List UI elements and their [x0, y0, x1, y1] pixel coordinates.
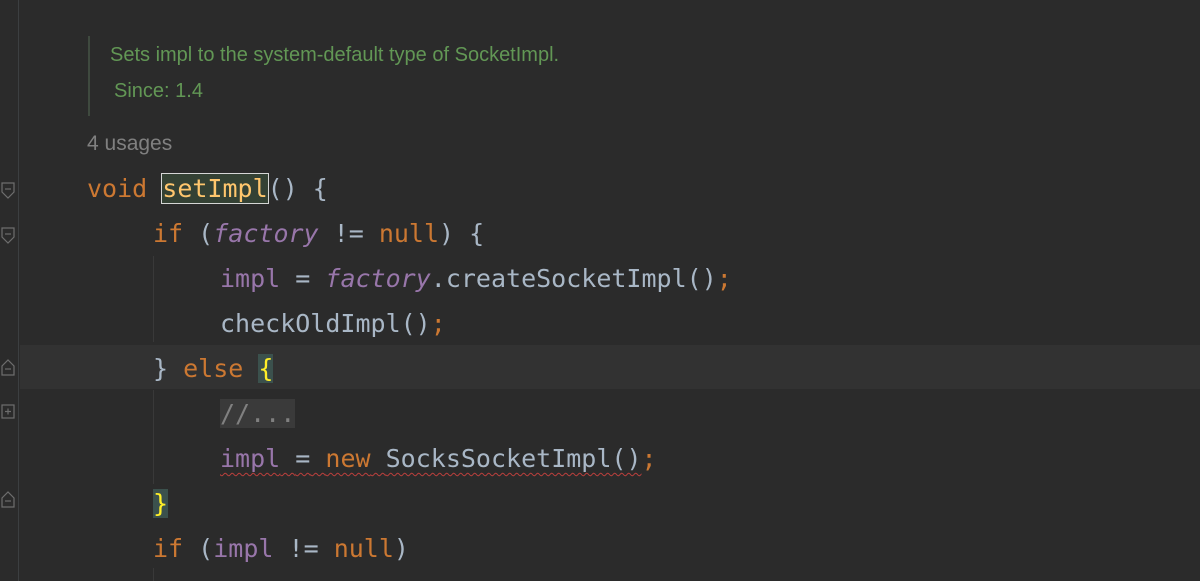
code-line-8[interactable]: } — [153, 486, 169, 522]
code-token: ) { — [439, 219, 485, 248]
javadoc-block: Sets impl to the system-default type of … — [88, 36, 1088, 116]
code-token: ( — [198, 534, 214, 563]
field-impl: impl — [220, 444, 281, 473]
code-editor[interactable]: Sets impl to the system-default type of … — [0, 0, 1200, 581]
method-name-setimpl[interactable]: setImpl — [161, 173, 269, 204]
field-impl: impl — [213, 534, 274, 563]
code-token: ( — [198, 219, 214, 248]
indent-guide — [153, 568, 154, 581]
code-line-3[interactable]: impl = factory.createSocketImpl(); — [220, 261, 732, 297]
matched-brace: { — [258, 354, 274, 383]
keyword-null: null — [378, 219, 440, 248]
code-line-7[interactable]: impl = new SocksSocketImpl(); — [220, 441, 657, 477]
fold-collapse-icon[interactable] — [1, 227, 15, 244]
code-token: != — [288, 534, 319, 563]
fold-end-icon[interactable] — [1, 490, 15, 508]
javadoc-since: Since: 1.4 — [114, 80, 203, 102]
code-line-4[interactable]: checkOldImpl(); — [220, 306, 446, 342]
code-token: ) — [393, 534, 409, 563]
code-token: = — [295, 264, 311, 293]
code-line-9[interactable]: if (impl != null) — [153, 531, 409, 567]
code-line-6[interactable]: //... — [220, 396, 296, 432]
closing-brace: } — [153, 354, 169, 383]
code-line-5[interactable]: } else { — [153, 351, 274, 387]
code-line-2[interactable]: if (factory != null) { — [153, 216, 484, 252]
code-token: = — [295, 444, 311, 473]
fold-collapse-icon[interactable] — [1, 182, 15, 199]
matched-brace: } — [153, 489, 169, 518]
keyword-else: else — [183, 354, 244, 383]
keyword-new: new — [325, 444, 371, 473]
code-token: != — [333, 219, 364, 248]
fold-end-icon[interactable] — [1, 358, 15, 376]
folded-comment[interactable]: //... — [220, 399, 296, 428]
usages-hint[interactable]: 4 usages — [87, 132, 172, 156]
field-impl: impl — [220, 264, 281, 293]
field-factory: factory — [213, 219, 319, 248]
keyword-null: null — [333, 534, 394, 563]
constructor-call: SocksSocketImpl() — [385, 444, 642, 473]
keyword-if: if — [153, 534, 184, 563]
field-factory: factory — [325, 264, 431, 293]
javadoc-description: Sets impl to the system-default type of … — [110, 44, 560, 66]
gutter-divider — [18, 0, 19, 581]
semicolon: ; — [716, 264, 732, 293]
method-call: .createSocketImpl() — [430, 264, 717, 293]
code-token: () { — [267, 174, 328, 203]
fold-expand-icon[interactable] — [1, 404, 15, 419]
semicolon: ; — [641, 444, 657, 473]
indent-guide — [153, 390, 154, 484]
semicolon: ; — [430, 309, 446, 338]
keyword-if: if — [153, 219, 184, 248]
indent-guide — [153, 256, 154, 342]
keyword-void: void — [87, 174, 148, 203]
method-call: checkOldImpl() — [220, 309, 431, 338]
code-line-1[interactable]: void setImpl() { — [87, 171, 328, 207]
